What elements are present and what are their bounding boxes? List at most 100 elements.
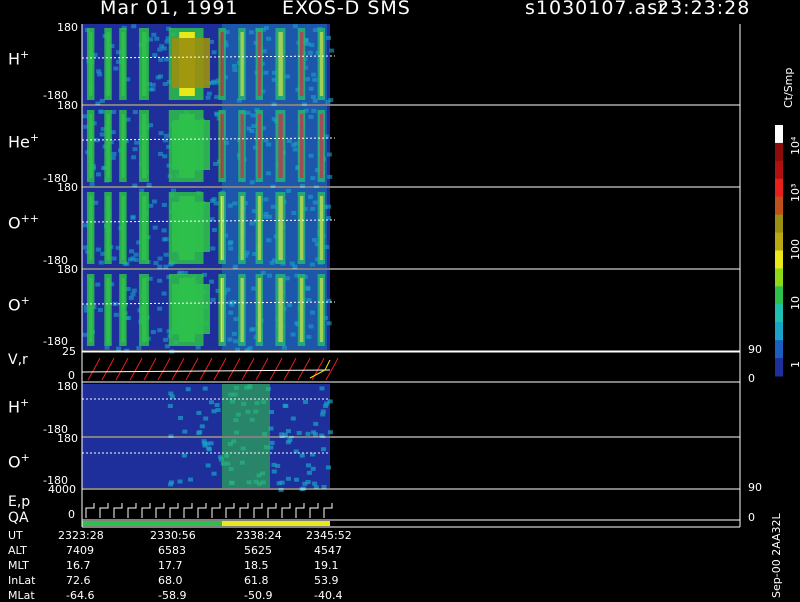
noise-cell [326,321,332,326]
velocity-sawtooth [325,357,339,381]
tick-vr-max: 25 [62,345,76,358]
colorbar-tick-1: 1 [789,361,800,368]
tick-ep-min: 0 [68,508,75,521]
noise-cell [111,151,117,156]
sweep-core [121,114,125,178]
noise-cell [210,198,216,203]
colorbar-segment [775,286,783,305]
noise-cell [185,387,191,392]
title-mission: EXOS-D SMS [282,0,411,19]
tick-hplus-max: 180 [57,21,78,34]
noise-cell [287,438,293,443]
noise-cell [157,151,163,156]
velocity-sawtooth [283,357,297,381]
panel-label-o-plus-low: O+ [8,451,30,472]
noise-cell [211,50,217,55]
noise-cell [305,431,311,436]
tick-oplusplus-max: 180 [57,181,78,194]
noise-cell [132,110,138,115]
noise-cell [116,346,122,351]
velocity-sawtooth [129,357,143,381]
noise-cell [158,131,164,136]
sweep-core [142,32,147,96]
footer-value: 72.6 [66,574,91,587]
footer-value: 17.7 [158,559,183,572]
noise-cell [163,57,169,62]
panel-label-o-plus: O+ [8,294,30,315]
noise-cell [161,228,167,233]
noise-cell [279,480,285,485]
noise-cell [158,57,164,62]
noise-cell [163,133,169,138]
colorbar-tick-1e3: 10³ [789,183,800,202]
noise-cell [329,48,335,53]
noise-cell [202,386,208,391]
noise-cell [150,330,156,335]
footer-value: 61.8 [244,574,269,587]
noise-cell [196,410,202,415]
footer-value: -58.9 [158,589,187,602]
footer-row-label: ALT [8,544,27,557]
noise-cell [182,429,188,434]
noise-cell [312,432,318,437]
footer-row-label: MLat [8,589,35,602]
sweep-core [89,196,93,260]
noise-cell [95,282,101,287]
colorbar-segment [775,142,783,162]
noise-cell [328,98,334,103]
colorbar-unit: Ct/Smp [782,67,795,108]
noise-cell [150,87,156,92]
noise-cell [99,109,105,114]
footer-value: 2345:52 [306,529,352,542]
noise-cell [203,416,209,421]
noise-cell [327,399,333,404]
noise-cell [188,477,194,482]
energy-step [155,503,165,518]
noise-cell [168,391,174,396]
velocity-sawtooth [87,357,101,381]
noise-cell [181,453,187,458]
sweep-core [106,196,110,260]
footer-value: 5625 [244,544,272,557]
noise-cell [129,249,135,254]
noise-cell [321,484,327,489]
noise-cell [271,469,277,474]
velocity-sawtooth [213,357,227,381]
sweep-core [106,32,110,96]
velocity-sawtooth [297,357,311,381]
colorbar-segment [775,178,783,198]
light-region [222,24,327,104]
noise-cell [327,430,333,435]
energy-step [253,503,263,518]
noise-cell [306,470,312,475]
noise-cell [99,98,105,103]
side-label: Sep-00 2AA32L [770,513,783,598]
noise-cell [113,66,119,71]
footer-value: -40.4 [314,589,343,602]
colorbar-segment [775,304,783,323]
sweep-core [89,114,93,178]
noise-cell [130,292,136,297]
noise-cell [211,471,217,476]
light-region [222,270,327,350]
noise-cell [208,400,214,405]
noise-cell [275,463,281,468]
colorbar-segment [775,340,783,359]
blob [172,38,210,88]
noise-cell [163,264,169,269]
noise-cell [283,403,289,408]
rtick-vr-min: 0 [748,372,755,385]
footer-value: 68.0 [158,574,183,587]
noise-cell [82,114,88,119]
noise-cell [325,465,331,470]
footer-value: 7409 [66,544,94,557]
noise-cell [157,278,163,283]
noise-cell [95,247,101,252]
noise-cell [168,434,174,439]
noise-cell [95,172,101,177]
panel-label-h-plus-low: H+ [8,396,30,417]
noise-cell [285,476,291,481]
noise-cell [111,256,117,261]
sweep-core [121,196,125,260]
noise-cell [296,430,302,435]
